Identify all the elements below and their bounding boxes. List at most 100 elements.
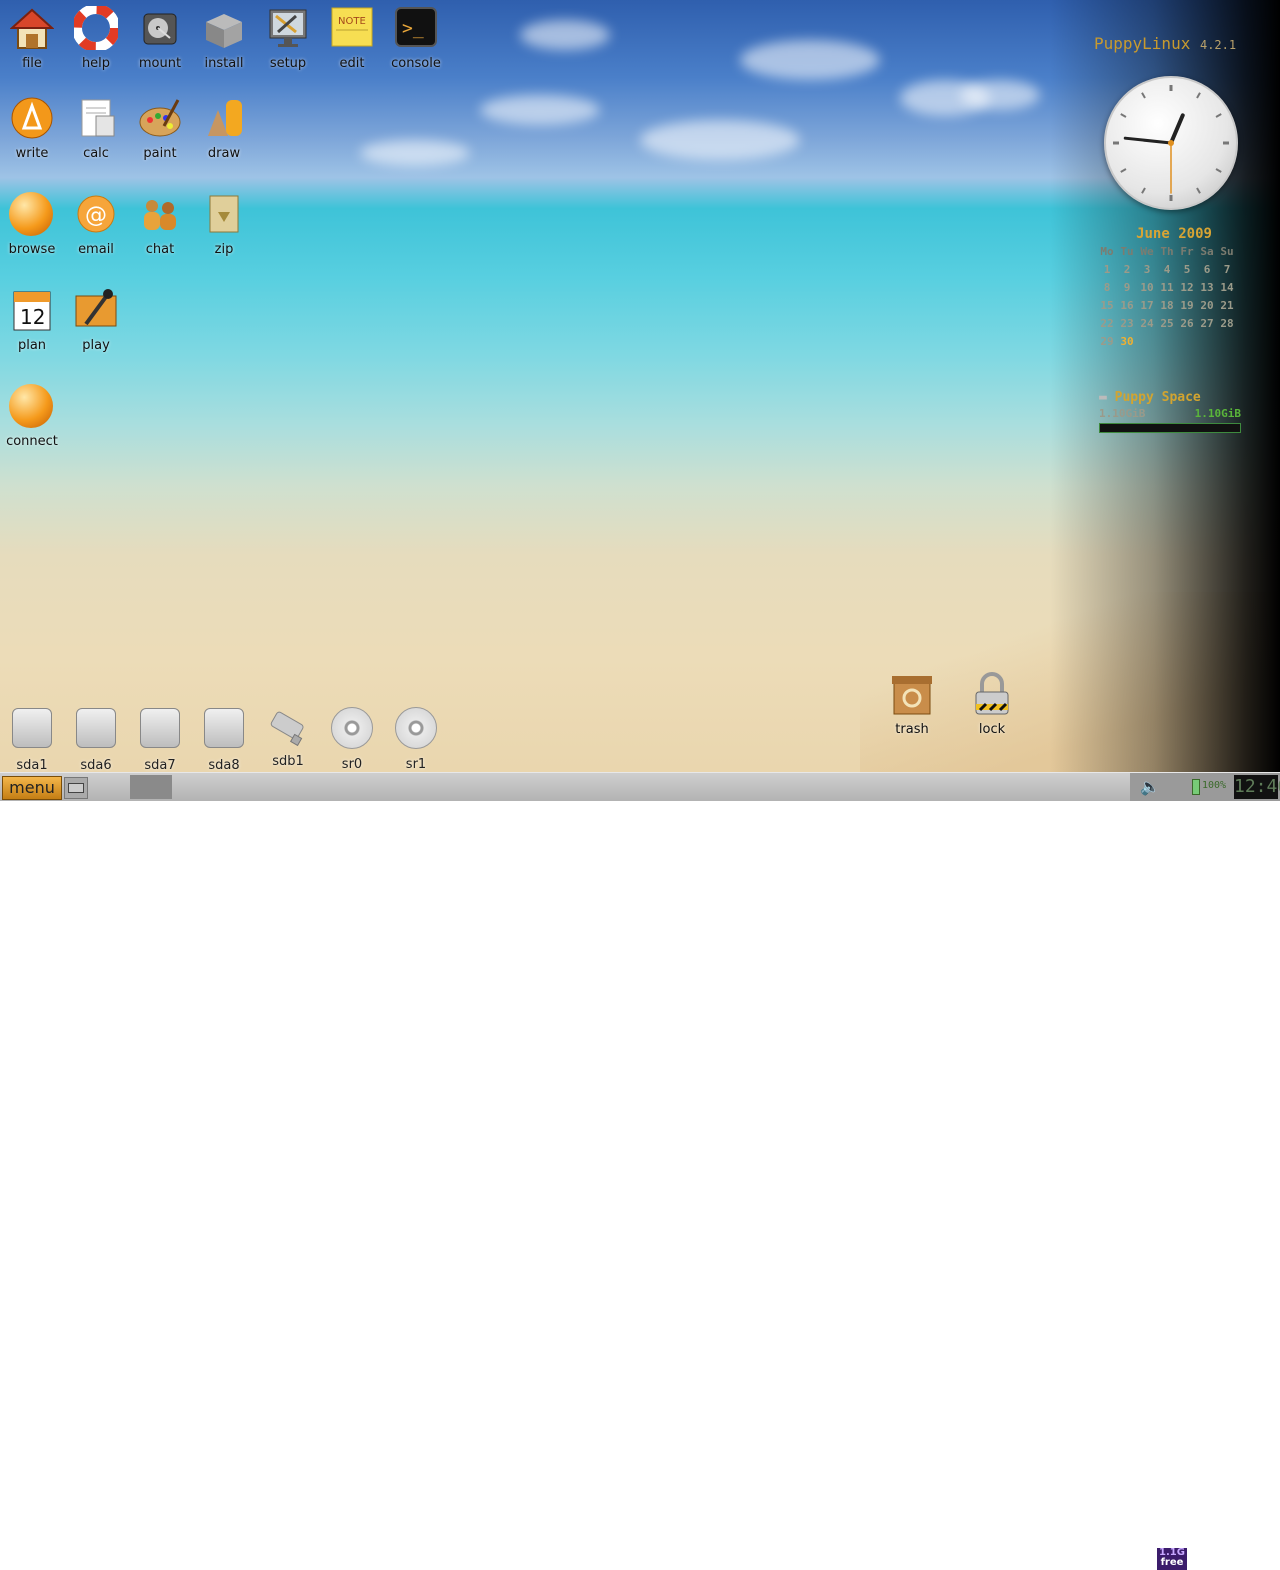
calendar-day[interactable]: 30 xyxy=(1117,334,1137,350)
setup-icon[interactable]: setup xyxy=(256,6,320,71)
drive-sr1[interactable]: sr1 xyxy=(384,704,448,772)
calendar-grid: Mo Tu We Th Fr Sa Su 1 2 3 4 5 6 7 8 9 10 11 12 13 14 15 16 17 1… xyxy=(1097,244,1243,350)
drive-sda6[interactable]: sda6 xyxy=(64,704,128,772)
paint-label: paint xyxy=(143,146,177,161)
browse-label: browse xyxy=(8,242,56,257)
calendar-day[interactable]: 18 xyxy=(1157,298,1177,314)
brand-name: PuppyLinux xyxy=(1094,34,1191,53)
zip-icon[interactable]: zip xyxy=(192,192,256,257)
calendar-day[interactable]: 2 xyxy=(1117,262,1137,278)
calendar-weekday: Fr xyxy=(1180,245,1194,258)
recycle-box-icon xyxy=(892,676,932,715)
svg-text:12: 12 xyxy=(20,305,45,329)
spreadsheet-icon xyxy=(81,99,115,137)
connect-icon[interactable]: connect xyxy=(0,384,64,449)
console-icon[interactable]: >_ console xyxy=(384,6,448,71)
media-icon xyxy=(75,289,117,327)
calendar-day[interactable]: 19 xyxy=(1177,298,1197,314)
edit-icon[interactable]: NOTE edit xyxy=(320,6,384,71)
trash-icon[interactable]: trash xyxy=(880,672,944,737)
calendar-day[interactable]: 12 xyxy=(1177,280,1197,296)
calendar-day[interactable]: 24 xyxy=(1137,316,1157,332)
clock-tick xyxy=(1120,168,1127,173)
chat-icon[interactable]: chat xyxy=(128,192,192,257)
draw-label: draw xyxy=(207,146,241,161)
calendar-icon: 12 xyxy=(13,291,51,331)
clock-tick xyxy=(1196,92,1201,99)
browse-icon[interactable]: browse xyxy=(0,192,64,257)
drive-sr0[interactable]: sr0 xyxy=(320,704,384,772)
calendar-day[interactable]: 28 xyxy=(1217,316,1237,332)
drive-icon xyxy=(204,708,244,748)
calc-icon[interactable]: calc xyxy=(64,96,128,161)
desktop: file help mount install setup NOTE edit … xyxy=(0,0,1280,772)
calendar-day[interactable]: 11 xyxy=(1157,280,1177,296)
drive-sda1[interactable]: sda1 xyxy=(0,704,64,772)
network-globe-icon xyxy=(9,384,53,428)
show-desktop-button[interactable] xyxy=(64,777,88,799)
calendar-day[interactable]: 14 xyxy=(1217,280,1237,296)
calendar-day[interactable]: 22 xyxy=(1097,316,1117,332)
calendar-day[interactable]: 29 xyxy=(1097,334,1117,350)
brand-title: PuppyLinux 4.2.1 xyxy=(1094,34,1236,53)
drive-sdb1[interactable]: sdb1 xyxy=(256,704,320,769)
window-button[interactable] xyxy=(130,775,172,799)
drive-label: sda6 xyxy=(80,758,112,772)
clock-tick xyxy=(1215,168,1222,173)
calendar-day[interactable]: 26 xyxy=(1177,316,1197,332)
calendar-day[interactable]: 1 xyxy=(1097,262,1117,278)
calendar-day[interactable]: 15 xyxy=(1097,298,1117,314)
padlock-icon xyxy=(975,672,1009,715)
calendar-day[interactable]: 9 xyxy=(1117,280,1137,296)
mount-icon[interactable]: mount xyxy=(128,6,192,71)
system-tray: 🔈 100% 12:46 xyxy=(1130,773,1280,801)
calendar-day[interactable]: 3 xyxy=(1137,262,1157,278)
calendar-day[interactable]: 10 xyxy=(1137,280,1157,296)
draw-icon[interactable]: draw xyxy=(192,96,256,161)
lock-icon[interactable]: lock xyxy=(960,672,1024,737)
drive-sda8[interactable]: sda8 xyxy=(192,704,256,772)
clock-tick xyxy=(1141,187,1146,194)
calendar-day[interactable]: 16 xyxy=(1117,298,1137,314)
calendar-day[interactable]: 25 xyxy=(1157,316,1177,332)
help-icon[interactable]: help xyxy=(64,4,128,71)
email-label: email xyxy=(78,242,114,257)
calendar-day[interactable]: 27 xyxy=(1197,316,1217,332)
console-label: console xyxy=(391,56,441,71)
calendar-day[interactable]: 7 xyxy=(1217,262,1237,278)
play-icon[interactable]: play xyxy=(64,288,128,353)
connect-label: connect xyxy=(6,434,58,449)
clock-tick xyxy=(1120,113,1127,118)
calendar-day[interactable]: 4 xyxy=(1157,262,1177,278)
drive-label: sr0 xyxy=(341,757,363,772)
calendar-day[interactable]: 20 xyxy=(1197,298,1217,314)
speaker-icon[interactable]: 🔈 xyxy=(1140,777,1160,796)
menu-button[interactable]: menu xyxy=(2,776,62,800)
house-icon xyxy=(9,8,55,49)
calendar-day[interactable]: 21 xyxy=(1217,298,1237,314)
taskbar-clock[interactable]: 12:46 xyxy=(1234,775,1280,799)
calendar-day[interactable]: 8 xyxy=(1097,280,1117,296)
calendar-day[interactable]: 17 xyxy=(1137,298,1157,314)
cd-icon xyxy=(331,707,373,749)
calendar-day[interactable]: 13 xyxy=(1197,280,1217,296)
shapes-icon xyxy=(208,100,242,136)
calendar-day[interactable]: 5 xyxy=(1177,262,1197,278)
cd-icon xyxy=(395,707,437,749)
calendar-day[interactable]: 23 xyxy=(1117,316,1137,332)
free-space-badge[interactable]: 1.1G free xyxy=(1157,1548,1187,1570)
palette-icon xyxy=(139,99,181,137)
battery-icon xyxy=(1192,779,1200,795)
write-icon[interactable]: write xyxy=(0,96,64,161)
plan-icon[interactable]: 12 plan xyxy=(0,288,64,353)
play-label: play xyxy=(82,338,110,353)
calendar-title: June 2009 xyxy=(1136,226,1212,242)
calendar-day[interactable]: 6 xyxy=(1197,262,1217,278)
drive-sda7[interactable]: sda7 xyxy=(128,704,192,772)
minute-hand xyxy=(1123,136,1173,145)
install-icon[interactable]: install xyxy=(192,6,256,71)
file-icon[interactable]: file xyxy=(0,6,64,71)
drive-label: sr1 xyxy=(405,757,427,772)
paint-icon[interactable]: paint xyxy=(128,96,192,161)
email-icon[interactable]: @ email xyxy=(64,192,128,257)
